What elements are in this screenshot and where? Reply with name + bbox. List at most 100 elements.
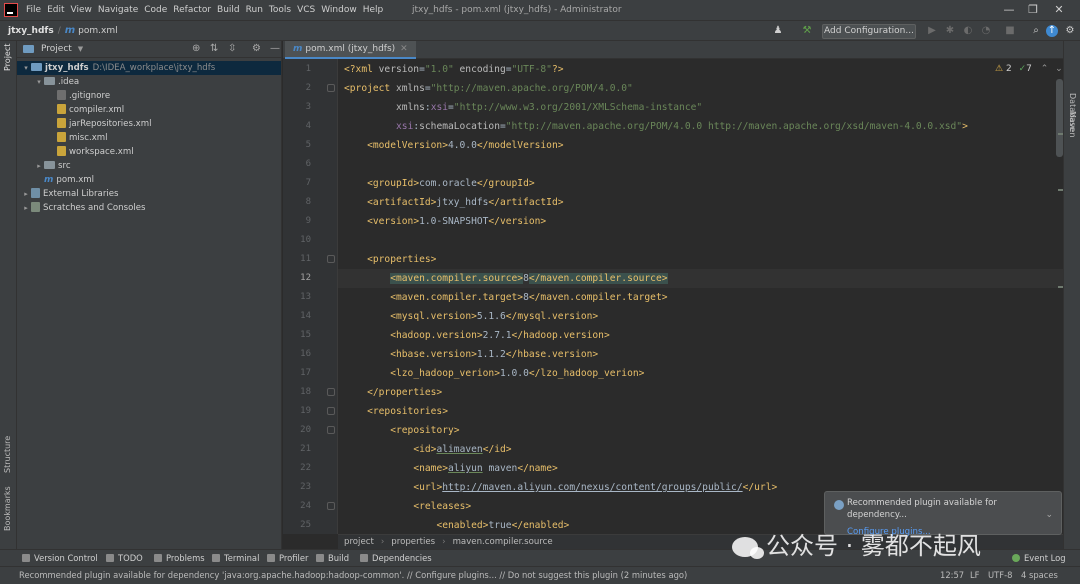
code-line[interactable]: <properties> <box>367 250 436 269</box>
indent-setting[interactable]: 4 spaces <box>1021 570 1058 580</box>
line-number[interactable]: 11 <box>283 250 311 269</box>
file-encoding[interactable]: UTF-8 <box>988 570 1012 580</box>
code-line[interactable]: <hbase.version>1.1.2</hbase.version> <box>390 345 598 364</box>
menu-edit[interactable]: Edit <box>44 5 67 15</box>
line-number[interactable]: 9 <box>283 212 311 231</box>
line-number[interactable]: 18 <box>283 383 311 402</box>
maven-tool-button[interactable]: Maven <box>1068 111 1077 138</box>
add-configuration-button[interactable]: Add Configuration... <box>822 24 916 39</box>
expand-all-icon[interactable]: ⇅ <box>210 43 218 54</box>
tool-version-control[interactable]: Version Control <box>22 553 98 563</box>
project-view-selector[interactable]: Project <box>41 44 72 54</box>
status-message[interactable]: Recommended plugin available for depende… <box>19 570 687 580</box>
caret-position[interactable]: 12:57 <box>940 570 964 580</box>
line-number[interactable]: 16 <box>283 345 311 364</box>
tree-item[interactable]: jarRepositories.xml <box>17 117 281 131</box>
tool-dependencies[interactable]: Dependencies <box>360 553 432 563</box>
hide-icon[interactable]: — <box>270 43 280 54</box>
line-number[interactable]: 14 <box>283 307 311 326</box>
locate-icon[interactable]: ⊕ <box>192 43 200 54</box>
line-number[interactable]: 10 <box>283 231 311 250</box>
chevron-down-icon[interactable]: ▼ <box>78 45 83 53</box>
tree-item[interactable]: m pom.xml <box>17 173 281 187</box>
fold-marker-icon[interactable] <box>327 84 335 92</box>
chevron-up-icon[interactable]: ⌃ <box>1041 64 1049 74</box>
code-line[interactable]: <id>alimaven</id> <box>413 440 511 459</box>
line-number[interactable]: 7 <box>283 174 311 193</box>
line-number[interactable]: 24 <box>283 497 311 516</box>
chevron-down-icon[interactable]: ⌄ <box>1055 64 1063 74</box>
editor-scrollbar[interactable] <box>1056 79 1063 534</box>
breadcrumb-item[interactable]: maven.compiler.source <box>453 537 553 547</box>
fold-marker-icon[interactable] <box>327 426 335 434</box>
menu-refactor[interactable]: Refactor <box>170 5 214 15</box>
bookmarks-tool-button[interactable]: Bookmarks <box>3 486 12 531</box>
settings-icon[interactable]: ⚙ <box>1064 25 1076 37</box>
gear-icon[interactable]: ⚙ <box>252 43 261 54</box>
tree-item[interactable]: ▾ jtxy_hdfs D:\IDEA_workplace\jtxy_hdfs <box>17 61 281 75</box>
menu-view[interactable]: View <box>68 5 95 15</box>
line-separator[interactable]: LF <box>970 570 979 580</box>
code-line[interactable]: <mysql.version>5.1.6</mysql.version> <box>390 307 598 326</box>
line-number[interactable]: 19 <box>283 402 311 421</box>
line-number[interactable]: 13 <box>283 288 311 307</box>
code-line[interactable]: xmlns:xsi="http://www.w3.org/2001/XMLSch… <box>396 98 702 117</box>
code-line[interactable]: xsi:schemaLocation="http://maven.apache.… <box>396 117 968 136</box>
line-number[interactable]: 2 <box>283 79 311 98</box>
nav-project[interactable]: jtxy_hdfs <box>8 26 54 36</box>
code-line[interactable]: <?xml version="1.0" encoding="UTF-8"?> <box>344 60 564 79</box>
fold-marker-icon[interactable] <box>327 388 335 396</box>
menu-vcs[interactable]: VCS <box>294 5 318 15</box>
line-number[interactable]: 4 <box>283 117 311 136</box>
line-number[interactable]: 3 <box>283 98 311 117</box>
tree-item[interactable]: ▸ Scratches and Consoles <box>17 201 281 215</box>
line-number[interactable]: 6 <box>283 155 311 174</box>
maximize-button[interactable]: ❐ <box>1024 2 1042 18</box>
tool-profiler[interactable]: Profiler <box>267 553 308 563</box>
chevron-down-icon[interactable]: ▾ <box>21 61 31 75</box>
code-line[interactable]: <modelVersion>4.0.0</modelVersion> <box>367 136 563 155</box>
line-number[interactable]: 23 <box>283 478 311 497</box>
nav-file[interactable]: pom.xml <box>78 26 117 36</box>
code-editor[interactable]: <?xml version="1.0" encoding="UTF-8"?> <p… <box>338 59 1063 534</box>
code-line[interactable]: <lzo_hadoop_verion>1.0.0</lzo_hadoop_ver… <box>390 364 644 383</box>
code-line[interactable]: <version>1.0-SNAPSHOT</version> <box>367 212 546 231</box>
collapse-all-icon[interactable]: ⇳ <box>228 43 236 54</box>
run-icon[interactable]: ▶ <box>926 25 938 37</box>
tool-terminal[interactable]: Terminal <box>212 553 259 563</box>
code-line[interactable]: <enabled>true</enabled> <box>436 516 569 534</box>
structure-tool-button[interactable]: Structure <box>3 436 12 473</box>
menu-navigate[interactable]: Navigate <box>95 5 141 15</box>
minimize-button[interactable]: — <box>1000 2 1018 18</box>
coverage-icon[interactable]: ◐ <box>962 25 974 37</box>
code-line[interactable]: <maven.compiler.target>8</maven.compiler… <box>390 288 667 307</box>
tree-item[interactable]: .gitignore <box>17 89 281 103</box>
user-icon[interactable]: ♟ <box>772 25 784 37</box>
chevron-down-icon[interactable]: ⌄ <box>1045 510 1053 520</box>
hammer-icon[interactable]: ⚒ <box>801 25 813 37</box>
breadcrumb-item[interactable]: project <box>344 537 374 547</box>
code-line[interactable]: <maven.compiler.source>8</maven.compiler… <box>390 269 668 288</box>
menu-file[interactable]: File <box>23 5 44 15</box>
update-icon[interactable]: ↑ <box>1046 25 1058 37</box>
chevron-right-icon[interactable]: ▸ <box>21 187 31 201</box>
tree-item[interactable]: ▾ .idea <box>17 75 281 89</box>
scroll-thumb[interactable] <box>1056 79 1063 157</box>
project-tool-button[interactable]: Project <box>3 44 12 71</box>
inspection-indicator[interactable]: ⚠ 2 ✓7 ⌃ ⌄ <box>995 64 1063 74</box>
code-line[interactable]: <repository> <box>390 421 459 440</box>
code-line[interactable]: <artifactId>jtxy_hdfs</artifactId> <box>367 193 563 212</box>
menu-build[interactable]: Build <box>214 5 243 15</box>
search-icon[interactable]: ⌕ <box>1030 25 1042 37</box>
close-tab-icon[interactable]: ✕ <box>400 44 408 54</box>
chevron-right-icon[interactable]: ▸ <box>34 159 44 173</box>
line-number[interactable]: 5 <box>283 136 311 155</box>
chevron-right-icon[interactable]: ▸ <box>21 201 31 215</box>
code-line[interactable]: <name>aliyun maven</name> <box>413 459 557 478</box>
menu-help[interactable]: Help <box>360 5 387 15</box>
chevron-down-icon[interactable]: ▾ <box>34 75 44 89</box>
line-number[interactable]: 15 <box>283 326 311 345</box>
code-line[interactable]: <project xmlns="http://maven.apache.org/… <box>344 79 633 98</box>
fold-marker-icon[interactable] <box>327 502 335 510</box>
code-line[interactable]: <url>http://maven.aliyun.com/nexus/conte… <box>413 478 777 497</box>
